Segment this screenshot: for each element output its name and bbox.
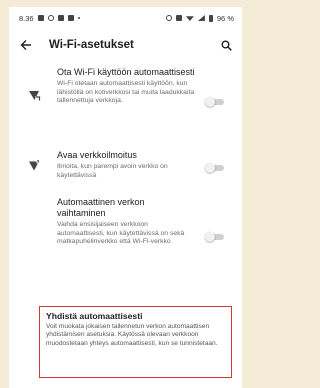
status-left: 8.36 — [19, 14, 80, 23]
setting-title: Automaattinen verkon vaihtaminen — [57, 197, 145, 218]
vibrate-icon — [175, 15, 182, 21]
notification-icon — [37, 15, 44, 21]
setting-description: Wi-Fi otetaan automaattisesti käyttöön, … — [57, 80, 195, 105]
setting-automatic-network-switching[interactable]: Automaattinen verkon vaihtaminen Vaihda … — [9, 197, 242, 281]
image-icon — [57, 15, 64, 21]
status-right: 96 % — [165, 13, 234, 23]
cell-signal-icon — [197, 15, 205, 21]
battery-icon — [208, 14, 213, 22]
status-bar: 8.36 96 % — [9, 7, 242, 29]
location-icon — [165, 15, 172, 21]
page-title: Wi-Fi-asetukset — [49, 39, 134, 51]
toggle-thumb — [205, 232, 215, 242]
photo-icon — [67, 15, 74, 21]
setting-description: Vaihda ensisijaiseen verkkoon automaatti… — [57, 221, 185, 246]
setting-title: Avaa verkkoilmoitus — [57, 150, 137, 160]
search-button[interactable] — [210, 29, 242, 61]
open-network-notification-toggle[interactable] — [205, 163, 225, 173]
arrow-left-icon — [20, 40, 31, 50]
wifi-notification-icon — [27, 158, 41, 172]
setting-open-network-notification[interactable]: Avaa verkkoilmoitus Ilmoita, kun parempi… — [9, 150, 242, 188]
automatic-network-switching-toggle[interactable] — [205, 232, 225, 242]
setting-text: Avaa verkkoilmoitus Ilmoita, kun parempi… — [57, 150, 195, 180]
more-notifications-icon — [77, 17, 80, 19]
toggle-thumb — [205, 163, 215, 173]
wifi-status-icon — [185, 16, 194, 21]
wifi-auto-icon — [27, 88, 41, 102]
toggle-thumb — [205, 97, 215, 107]
notification-icon — [47, 15, 54, 21]
status-time: 8.36 — [19, 13, 34, 23]
search-icon — [221, 40, 232, 51]
connect-automatically-callout: Yhdistä automaattisesti Voit muokata jok… — [39, 306, 232, 378]
setting-text: Automaattinen verkon vaihtaminen Vaihda … — [57, 197, 195, 247]
setting-description: Ilmoita, kun parempi avoin verkko on käy… — [57, 163, 168, 179]
wifi-auto-toggle[interactable] — [205, 97, 225, 107]
callout-text: Voit muokata jokaisen tallennetun verkon… — [46, 323, 218, 347]
setting-title: Ota Wi-Fi käyttöön automaattisesti — [57, 67, 195, 77]
back-button[interactable] — [9, 29, 43, 61]
battery-percent: 96 % — [216, 13, 234, 23]
callout-title: Yhdistä automaattisesti — [46, 311, 143, 321]
setting-text: Ota Wi-Fi käyttöön automaattisesti Wi-Fi… — [57, 67, 195, 106]
app-bar: Wi-Fi-asetukset — [9, 29, 242, 61]
setting-turn-on-wifi-automatically[interactable]: Ota Wi-Fi käyttöön automaattisesti Wi-Fi… — [9, 67, 242, 139]
